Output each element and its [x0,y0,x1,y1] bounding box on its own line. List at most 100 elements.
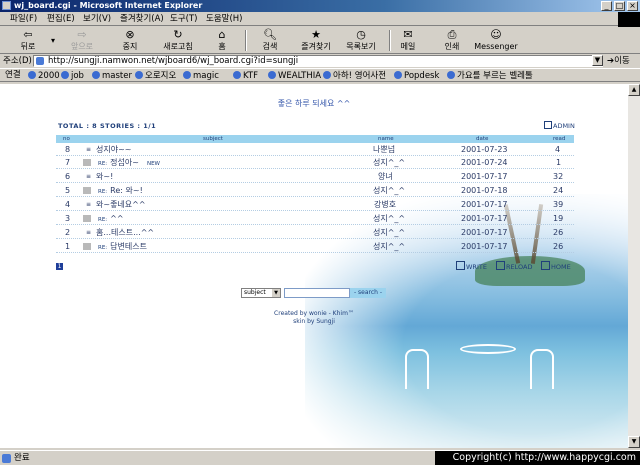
row-no: 6 [65,172,71,181]
favorites-button[interactable]: ★ 즐겨찾기 [298,29,334,53]
back-label: 뒤로 [20,42,36,51]
table-row[interactable]: 6 ≡ 와~! 양녀 2001-07-17 32 [56,170,574,183]
new-badge: NEW [146,161,160,167]
refresh-label: 새로고침 [163,42,193,51]
address-url[interactable]: http://sungji.namwon.net/wjboard6/wj_boa… [48,56,298,66]
link-wealthia[interactable]: WEALTHIA [268,70,321,82]
address-dropdown-icon[interactable]: ▼ [592,55,603,66]
messenger-icon: ☺ [490,28,502,41]
table-row[interactable]: 4 ≡ 와~좋네요^^ 강병호 2001-07-17 39 [56,198,574,211]
back-arrow-icon: ⇦ [23,28,33,41]
link-master[interactable]: master [92,70,132,82]
table-row[interactable]: 7 RE: 정섭아~ NEW 성지^_^ 2001-07-24 1 [56,156,574,169]
messenger-button[interactable]: ☺ Messenger [474,29,518,53]
page-number-1[interactable]: 1 [56,263,63,270]
stop-button[interactable]: ⊗ 중지 [116,29,144,53]
print-button[interactable]: ⎙ 인쇄 [440,29,464,53]
row-subject[interactable]: 와~! [96,171,113,182]
row-date: 2001-07-24 [461,158,508,167]
history-button[interactable]: ◷ 목록보기 [343,29,379,53]
reply-indent-icon [83,187,91,194]
toolbar-separator [245,30,247,51]
row-name[interactable]: 강병호 [374,199,396,210]
scroll-up-icon[interactable]: ▲ [628,84,640,96]
row-subject[interactable]: 홈...테스트...^^ [96,227,154,238]
row-subject-wrap[interactable]: RE: Re: 와~! [98,185,143,198]
admin-link[interactable]: ADMIN [544,121,575,130]
scroll-down-icon[interactable]: ▼ [628,436,640,448]
row-date: 2001-07-17 [461,214,508,223]
menu-bar: 파일(F) 편집(E) 보기(V) 즐겨찾기(A) 도구(T) 도움말(H) [0,12,640,26]
row-name[interactable]: 성지^_^ [373,213,405,224]
table-row[interactable]: 5 RE: Re: 와~! 성지^_^ 2001-07-18 24 [56,184,574,197]
menu-file[interactable]: 파일(F) [10,13,37,25]
row-subject-wrap[interactable]: RE: ^^ [98,213,124,226]
link-job[interactable]: job [61,70,84,82]
home-button[interactable]: ⌂ 홈 [212,29,232,53]
link-orojio[interactable]: 오로지오 [135,70,176,82]
menu-tools[interactable]: 도구(T) [170,13,197,25]
address-input[interactable]: http://sungji.namwon.net/wjboard6/wj_boa… [33,55,603,67]
menu-help[interactable]: 도움말(H) [206,13,242,25]
row-no: 8 [65,145,71,154]
search-label: 검색 [262,42,278,51]
row-subject-wrap[interactable]: RE: 정섭아~ NEW [98,157,160,170]
menu-view[interactable]: 보기(V) [83,13,111,25]
link-icon [92,71,100,79]
board: 좋은 하루 되세요 ^^ TOTAL : 8 STORIES : 1/1 ADM… [0,84,628,448]
row-subject-wrap[interactable]: RE: 답변테스트 [98,241,147,254]
table-row[interactable]: 3 RE: ^^ 성지^_^ 2001-07-17 19 [56,212,574,225]
link-magic[interactable]: magic [183,70,219,82]
link-label: job [71,71,84,81]
search-field-select[interactable]: subject ▼ [241,288,281,298]
home-link-button[interactable]: HOME [541,261,571,271]
page-content: 좋은 하루 되세요 ^^ TOTAL : 8 STORIES : 1/1 ADM… [0,84,628,448]
row-name[interactable]: 성지^_^ [373,185,405,196]
link-song-bell[interactable]: 가요를 부르는 벨레톨 [447,70,533,82]
search-input[interactable] [284,288,350,298]
table-row[interactable]: 1 RE: 답변테스트 성지^_^ 2001-07-17 26 [56,240,574,253]
link-2000[interactable]: 2000 [28,70,60,82]
links-label: 연결 [5,70,21,80]
link-popdesk[interactable]: Popdesk [394,70,439,82]
row-read: 24 [553,186,564,195]
mail-button[interactable]: ✉ 메일 [396,29,420,53]
row-name[interactable]: 성지^_^ [373,227,405,238]
search-submit-button[interactable]: - search - [350,288,386,298]
link-label: 2000 [38,71,60,81]
printer-icon: ⎙ [447,28,457,41]
row-subject[interactable]: 와~좋네요^^ [96,199,146,210]
vertical-scrollbar[interactable]: ▲ ▼ [628,84,640,448]
row-read: 4 [555,145,561,154]
row-subject[interactable]: 성지야~~ [96,144,132,155]
row-name[interactable]: 양녀 [378,171,393,182]
search-select-value: subject [244,289,266,296]
maximize-button[interactable]: □ [614,1,625,11]
link-icon [233,71,241,79]
go-button[interactable]: ➔이동 [607,55,630,67]
search-button[interactable]: 🔍︎ 검색 [256,29,284,53]
refresh-button[interactable]: ↻ 새로고침 [158,29,198,53]
forward-button[interactable]: ⇨ 앞으로 [64,29,100,53]
reload-button[interactable]: RELOAD [496,261,532,271]
close-button[interactable]: × [627,1,638,11]
row-name[interactable]: 나뿐넘 [373,144,395,155]
table-row[interactable]: 2 ≡ 홈...테스트...^^ 성지^_^ 2001-07-17 26 [56,226,574,239]
row-read: 26 [553,228,564,237]
page-icon [36,57,44,65]
link-ktf[interactable]: KTF [233,70,258,82]
link-aha-dictionary[interactable]: 아하! 영어사전 [323,70,386,82]
minimize-button[interactable]: _ [601,1,612,11]
row-name[interactable]: 성지^_^ [373,241,405,252]
menu-edit[interactable]: 편집(E) [47,13,75,25]
back-button[interactable]: ⇦ 뒤로 [14,29,42,53]
write-button[interactable]: WRITE [456,261,487,271]
search-icon: 🔍︎ [263,28,277,41]
col-no: no [63,136,70,142]
menu-favorites[interactable]: 즐겨찾기(A) [120,13,164,25]
credit-created-by: Created by wonie - Khim™ [274,310,354,317]
history-icon: ◷ [356,28,366,41]
table-row[interactable]: 8 ≡ 성지야~~ 나뿐넘 2001-07-23 4 [56,143,574,156]
row-name[interactable]: 성지^_^ [373,157,405,168]
forward-label: 앞으로 [70,42,94,51]
